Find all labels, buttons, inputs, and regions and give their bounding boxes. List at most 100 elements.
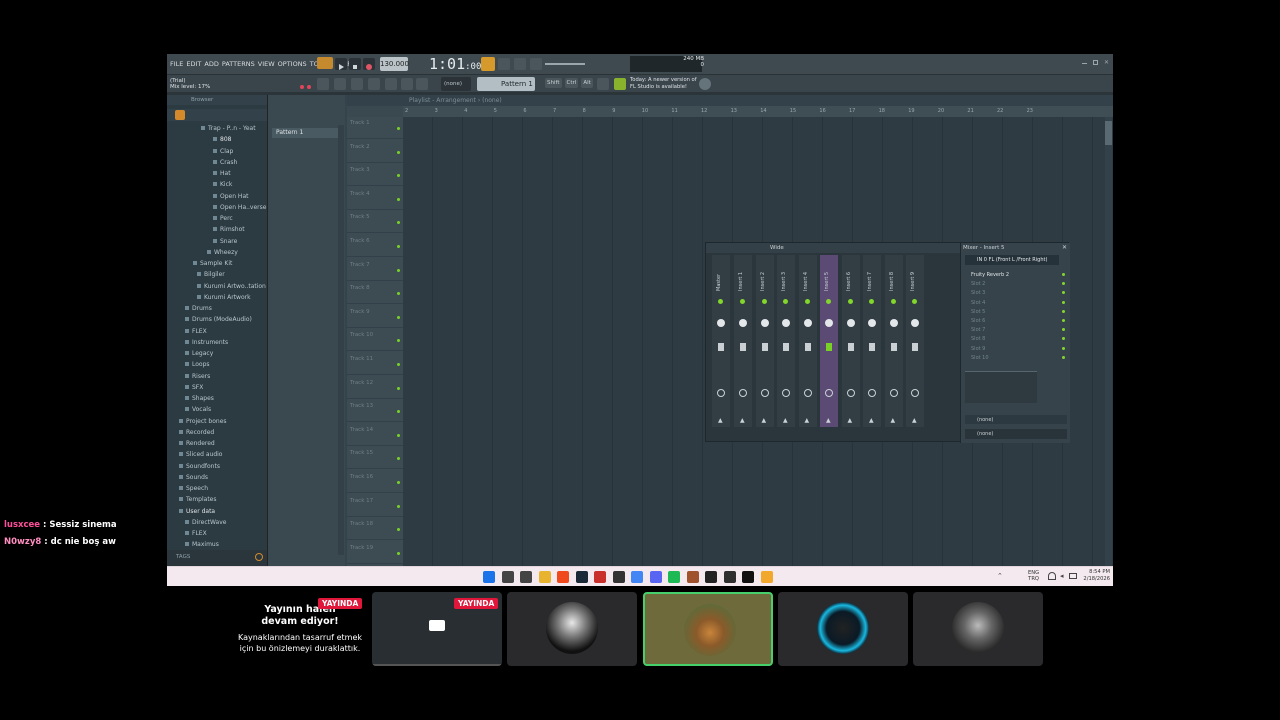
mixer-channel[interactable]: Insert 5 ▲ bbox=[820, 255, 838, 427]
track-header[interactable]: Track 11 bbox=[347, 353, 403, 375]
track-header[interactable]: Track 15 bbox=[347, 447, 403, 470]
track-header[interactable]: Track 1 bbox=[347, 117, 403, 139]
slot-enable-led[interactable] bbox=[1062, 337, 1065, 341]
playlist-ruler[interactable]: 2 3 4 5 6 7 8 9 10 11 12 13 14 15 16 17 18 19 20 21 22 23 bbox=[403, 106, 1113, 117]
slot-enable-led[interactable] bbox=[1062, 282, 1065, 286]
menu-item-file[interactable]: FILE bbox=[170, 60, 183, 68]
route-arrow-icon[interactable]: ▲ bbox=[826, 417, 831, 424]
browser-item[interactable]: Drums (ModeAudio) bbox=[185, 316, 252, 323]
track-enable-led[interactable] bbox=[397, 197, 400, 201]
master-volume-slider[interactable] bbox=[545, 63, 585, 65]
pan-knob[interactable] bbox=[782, 319, 790, 327]
pan-knob[interactable] bbox=[889, 319, 898, 327]
pan-knob[interactable] bbox=[803, 319, 812, 327]
pan-knob[interactable] bbox=[717, 319, 725, 327]
input-routing[interactable]: IN 0 FL (Front L /Front Right) bbox=[965, 255, 1059, 265]
app-icon[interactable] bbox=[594, 571, 606, 583]
step-edit-button[interactable] bbox=[530, 58, 542, 70]
stereo-knob[interactable] bbox=[803, 389, 812, 397]
browser-item[interactable]: 808 bbox=[213, 136, 231, 143]
track-enable-led[interactable] bbox=[397, 528, 400, 532]
browser-item[interactable]: FLEX bbox=[185, 328, 207, 335]
track-enable-led[interactable] bbox=[397, 292, 400, 296]
effect-slot[interactable]: Slot 9 bbox=[965, 345, 1067, 353]
track-enable-led[interactable] bbox=[397, 245, 400, 248]
pan-knob[interactable] bbox=[825, 319, 833, 327]
browser-item[interactable]: Risers bbox=[185, 373, 210, 380]
browser-item[interactable]: User data bbox=[179, 508, 215, 515]
menu-item-edit[interactable]: EDIT bbox=[186, 60, 201, 68]
volume-fader[interactable] bbox=[740, 343, 746, 351]
chrome-icon[interactable] bbox=[631, 571, 643, 583]
track-header[interactable]: Track 14 bbox=[347, 424, 403, 446]
route-arrow-icon[interactable]: ▲ bbox=[912, 417, 917, 424]
slot-enable-led[interactable] bbox=[1062, 355, 1065, 359]
minimize-icon[interactable] bbox=[1081, 63, 1087, 64]
track-header[interactable]: Track 13 bbox=[347, 400, 403, 423]
stereo-knob[interactable] bbox=[760, 389, 769, 397]
track-enable-led[interactable] bbox=[397, 268, 400, 272]
language-indicator[interactable]: ENG TRQ bbox=[1028, 570, 1039, 582]
loop-record-button[interactable] bbox=[514, 58, 526, 70]
scroll-thumb[interactable] bbox=[1105, 121, 1112, 145]
discord-icon[interactable] bbox=[649, 571, 662, 583]
piano-roll-button[interactable] bbox=[351, 78, 363, 90]
mixer-channel[interactable]: Insert 6 ▲ bbox=[841, 255, 860, 427]
slot-enable-led[interactable] bbox=[1062, 346, 1065, 350]
menu-item-patterns[interactable]: PATTERNS bbox=[222, 60, 255, 68]
brave-icon[interactable] bbox=[557, 571, 569, 583]
close-icon[interactable]: ✕ bbox=[1104, 60, 1109, 66]
media-icon[interactable] bbox=[612, 571, 625, 583]
track-enable-led[interactable] bbox=[397, 504, 400, 508]
channel-active-led[interactable] bbox=[761, 299, 767, 304]
route-arrow-icon[interactable]: ▲ bbox=[891, 417, 896, 424]
pan-knob[interactable] bbox=[911, 319, 919, 327]
pattern-item[interactable]: Pattern 1 bbox=[272, 128, 340, 138]
file-explorer-icon[interactable] bbox=[538, 571, 551, 583]
battery-icon[interactable] bbox=[1069, 573, 1077, 579]
chat-username[interactable]: lusxcee bbox=[4, 520, 40, 530]
track-enable-led[interactable] bbox=[397, 410, 400, 414]
mixer-channel[interactable]: Insert 3 ▲ bbox=[777, 255, 795, 427]
channel-active-led[interactable] bbox=[740, 299, 745, 304]
browser-item[interactable]: Clap bbox=[213, 148, 233, 155]
browser-item[interactable]: Bilgiler bbox=[197, 271, 225, 278]
browser-item[interactable]: Sample Kit bbox=[193, 260, 232, 267]
track-enable-led[interactable] bbox=[397, 433, 400, 437]
play-button[interactable] bbox=[335, 58, 347, 70]
task-view-icon[interactable] bbox=[520, 571, 532, 583]
track-enable-led[interactable] bbox=[397, 363, 400, 366]
track-header[interactable]: Track 3 bbox=[347, 164, 403, 187]
snap-button[interactable] bbox=[597, 78, 609, 90]
stereo-knob[interactable] bbox=[717, 389, 725, 397]
volume-fader[interactable] bbox=[718, 343, 724, 351]
track-enable-led[interactable] bbox=[397, 174, 400, 178]
browser-item[interactable]: Project bones bbox=[179, 418, 227, 425]
pattern-song-toggle[interactable] bbox=[317, 57, 333, 69]
blend-notes-button[interactable] bbox=[498, 58, 510, 70]
track-enable-led[interactable] bbox=[397, 551, 400, 555]
track-header[interactable]: Track 16 bbox=[347, 471, 403, 493]
pan-knob[interactable] bbox=[846, 319, 855, 327]
stereo-knob[interactable] bbox=[868, 389, 876, 397]
track-header[interactable]: Track 12 bbox=[347, 377, 403, 399]
spotify-icon[interactable] bbox=[668, 571, 680, 583]
stream-tile-user-3[interactable] bbox=[778, 592, 908, 666]
track-enable-led[interactable] bbox=[397, 221, 400, 225]
channel-rack-button[interactable] bbox=[334, 78, 346, 90]
track-header[interactable]: Track 19 bbox=[347, 542, 403, 564]
browser-item[interactable]: Kurumi Artwork bbox=[197, 294, 251, 301]
effect-slot[interactable]: Slot 5 bbox=[965, 308, 1067, 316]
clock[interactable]: 8:54 PM 2/18/2026 bbox=[1082, 569, 1110, 583]
mode-button-shift[interactable]: Shift bbox=[545, 78, 562, 88]
effect-slot[interactable]: Fruity Reverb 2 bbox=[965, 271, 1067, 279]
browser-item[interactable]: Open Hat bbox=[213, 193, 248, 200]
track-enable-led[interactable] bbox=[397, 127, 400, 130]
menu-item-add[interactable]: ADD bbox=[204, 60, 218, 68]
output-selector-1[interactable]: (none) bbox=[965, 415, 1067, 424]
channel-active-led[interactable] bbox=[890, 299, 896, 304]
channel-active-led[interactable] bbox=[847, 299, 853, 304]
browser-item[interactable]: Trap - P..n - Yeat bbox=[201, 125, 256, 132]
stream-tile-screenshare[interactable]: YAYINDA bbox=[372, 592, 502, 666]
slot-enable-led[interactable] bbox=[1062, 291, 1065, 295]
